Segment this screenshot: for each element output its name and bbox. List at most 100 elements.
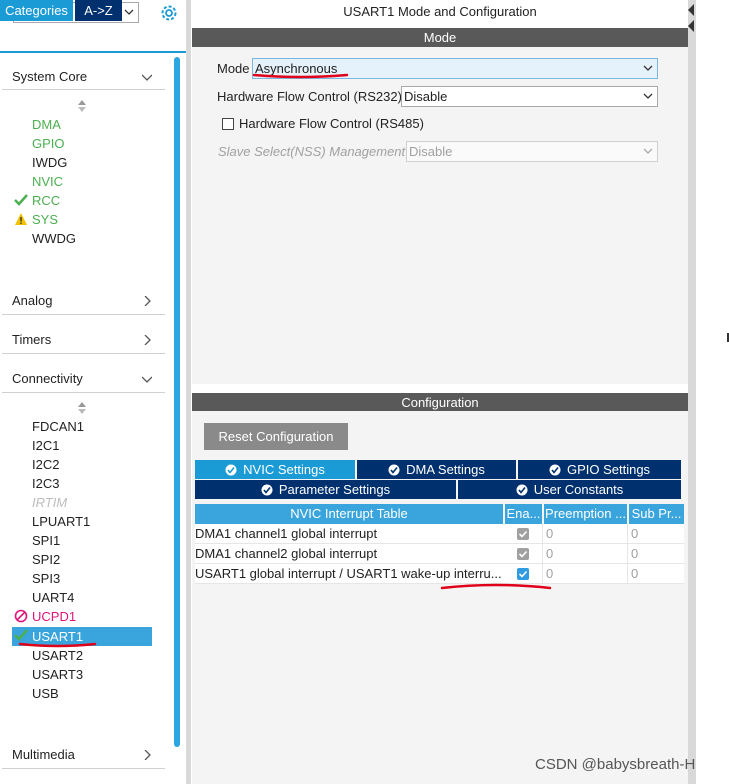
enabled-checkbox[interactable] [517, 528, 529, 540]
column-header-enabled[interactable]: Ena... [505, 504, 542, 524]
tab-label: Parameter Settings [278, 482, 391, 497]
enabled-checkbox[interactable] [517, 568, 529, 580]
chevron-right-icon [144, 750, 151, 760]
sidebar-item-dma[interactable]: DMA [32, 115, 61, 134]
column-header-interrupt[interactable]: NVIC Interrupt Table [195, 504, 503, 524]
interrupt-name: DMA1 channel2 global interrupt [195, 546, 378, 561]
annotation-underline [252, 73, 349, 79]
preemption-priority[interactable]: 0 [542, 524, 627, 544]
hw-flow-rs485-label: Hardware Flow Control (RS485) [239, 116, 424, 131]
column-header-sub-priority[interactable]: Sub Pr... [629, 504, 684, 524]
enabled-checkbox[interactable] [517, 548, 529, 560]
configuration-header-bar: Configuration [192, 393, 688, 412]
interrupt-name: DMA1 channel1 global interrupt [195, 526, 378, 541]
sidebar-item-i2c2[interactable]: I2C2 [32, 455, 59, 474]
hw-flow-rs232-label: Hardware Flow Control (RS232) [217, 89, 402, 104]
section-connectivity[interactable]: Connectivity [12, 369, 162, 389]
check-icon [14, 194, 28, 206]
table-row[interactable]: DMA1 channel2 global interrupt 0 0 [195, 544, 684, 564]
chevron-down-icon [142, 376, 152, 383]
slave-select-select[interactable]: Disable [406, 141, 658, 162]
check-circle-icon [516, 484, 528, 496]
section-timers[interactable]: Timers [12, 330, 162, 350]
right-splitter[interactable] [688, 0, 696, 784]
tab-label: NVIC Settings [243, 462, 325, 477]
scrollbar-thumb[interactable] [174, 57, 180, 747]
check-circle-icon [225, 464, 237, 476]
hw-flow-rs232-value: Disable [404, 89, 448, 104]
sidebar-item-usart3[interactable]: USART3 [32, 665, 83, 684]
tab-a-to-z[interactable]: A->Z [75, 0, 122, 21]
tab-parameter-settings[interactable]: Parameter Settings [195, 480, 456, 499]
sidebar-item-iwdg[interactable]: IWDG [32, 153, 67, 172]
chevron-down-icon [643, 65, 653, 71]
reset-configuration-button[interactable]: Reset Configuration [204, 423, 348, 450]
sub-priority[interactable]: 0 [627, 524, 684, 544]
sort-icon[interactable] [77, 402, 87, 414]
tab-label: User Constants [533, 482, 624, 497]
sidebar-item-irtim[interactable]: IRTIM [32, 493, 67, 512]
sidebar-item-spi3[interactable]: SPI3 [32, 569, 60, 588]
disabled-icon [14, 609, 28, 623]
chevron-down-icon [643, 93, 653, 99]
check-circle-icon [388, 464, 400, 476]
section-label: Analog [12, 293, 53, 308]
tab-underline [0, 51, 186, 53]
divider [2, 768, 165, 769]
tab-categories[interactable]: Categories [0, 0, 73, 21]
section-label: Timers [12, 332, 52, 347]
sub-priority[interactable]: 0 [627, 544, 684, 564]
annotation-underline [440, 583, 552, 590]
interrupt-name: USART1 global interrupt / USART1 wake-up… [195, 566, 502, 581]
warning-icon [15, 213, 27, 225]
sort-icon[interactable] [77, 100, 87, 112]
sidebar-item-usb[interactable]: USB [32, 684, 59, 703]
sidebar-item-uart4[interactable]: UART4 [32, 588, 74, 607]
sidebar-item-lpuart1[interactable]: LPUART1 [32, 512, 90, 531]
section-analog[interactable]: Analog [12, 291, 162, 311]
preemption-priority[interactable]: 0 [542, 544, 627, 564]
page-title: USART1 Mode and Configuration [343, 4, 537, 19]
section-multimedia[interactable]: Multimedia [12, 745, 162, 765]
tab-gpio-settings[interactable]: GPIO Settings [518, 460, 681, 479]
table-row[interactable]: USART1 global interrupt / USART1 wake-up… [195, 564, 684, 584]
chevron-down-icon [643, 148, 653, 154]
divider [2, 314, 165, 315]
check-icon [14, 629, 28, 641]
divider [2, 89, 165, 90]
sub-priority[interactable]: 0 [627, 564, 684, 584]
table-row[interactable]: DMA1 channel1 global interrupt 0 0 [195, 524, 684, 544]
tab-user-constants[interactable]: User Constants [458, 480, 681, 499]
divider [2, 392, 165, 393]
sidebar-item-spi1[interactable]: SPI1 [32, 531, 60, 550]
column-header-preemption[interactable]: Preemption ... [544, 504, 627, 524]
preemption-priority[interactable]: 0 [542, 564, 627, 584]
splitter[interactable] [186, 0, 191, 784]
collapse-left-icon[interactable] [688, 4, 694, 16]
hw-flow-rs485-checkbox[interactable] [222, 118, 234, 130]
sidebar-item-i2c3[interactable]: I2C3 [32, 474, 59, 493]
section-system-core[interactable]: System Core [12, 67, 162, 87]
collapse-left-icon[interactable] [688, 20, 694, 32]
sidebar-item-ucpd1[interactable]: UCPD1 [32, 607, 76, 626]
tab-nvic-settings[interactable]: NVIC Settings [195, 460, 355, 479]
annotation-underline [18, 642, 97, 648]
section-label: Connectivity [12, 371, 83, 386]
sidebar-item-nvic[interactable]: NVIC [32, 172, 63, 191]
gear-icon[interactable] [159, 3, 179, 23]
sidebar-item-sys[interactable]: SYS [32, 210, 58, 229]
chevron-down-icon[interactable] [124, 7, 134, 17]
sidebar-item-gpio[interactable]: GPIO [32, 134, 65, 153]
divider [2, 353, 165, 354]
check-circle-icon [261, 484, 273, 496]
chevron-right-icon [144, 335, 151, 345]
sidebar-item-i2c1[interactable]: I2C1 [32, 436, 59, 455]
sidebar-item-fdcan1[interactable]: FDCAN1 [32, 417, 84, 436]
tab-label: DMA Settings [406, 462, 485, 477]
mode-label: Mode [217, 61, 250, 76]
sidebar-item-rcc[interactable]: RCC [32, 191, 60, 210]
sidebar-item-spi2[interactable]: SPI2 [32, 550, 60, 569]
tab-dma-settings[interactable]: DMA Settings [357, 460, 516, 479]
hw-flow-rs232-select[interactable]: Disable [401, 86, 658, 107]
sidebar-item-wwdg[interactable]: WWDG [32, 229, 76, 248]
